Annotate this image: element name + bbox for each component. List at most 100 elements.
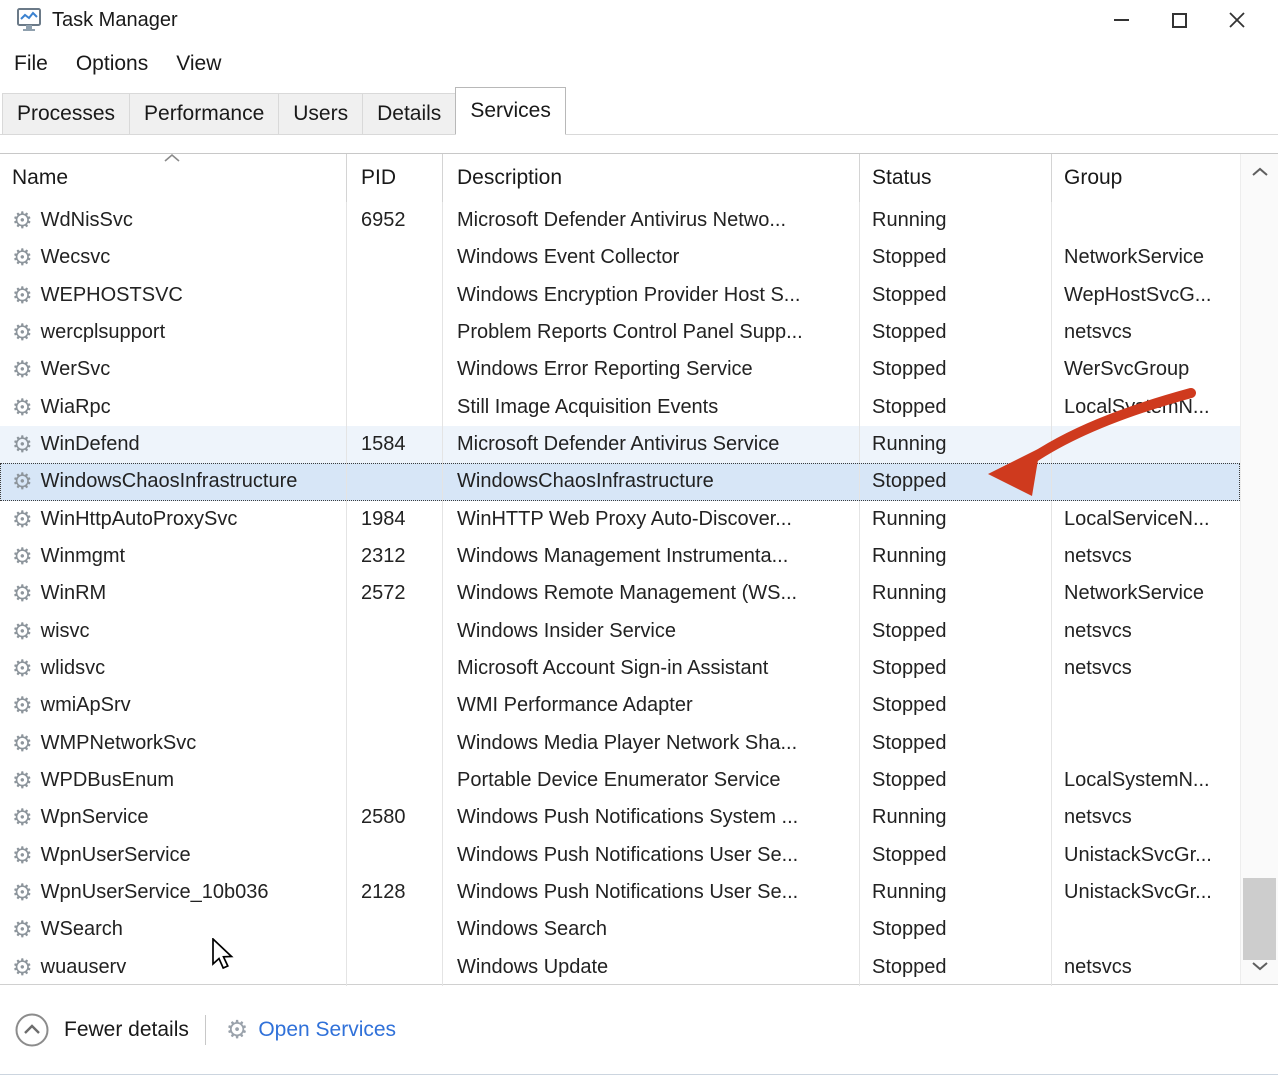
service-status: Stopped <box>860 762 1052 799</box>
chevron-down-icon <box>1251 961 1269 971</box>
table-row[interactable]: ⚙ Winmgmt 2312 Windows Management Instru… <box>0 538 1240 575</box>
menu-file[interactable]: File <box>0 52 62 76</box>
service-name: WpnService <box>41 806 149 829</box>
table-row[interactable]: ⚙ WinDefend 1584 Microsoft Defender Anti… <box>0 426 1240 463</box>
service-status: Stopped <box>860 949 1052 986</box>
minimize-icon <box>1114 19 1129 21</box>
tab-users[interactable]: Users <box>278 93 363 134</box>
service-description: Windows Push Notifications User Se... <box>443 874 860 911</box>
table-row[interactable]: ⚙ wlidsvc Microsoft Account Sign-in Assi… <box>0 650 1240 687</box>
tab-processes[interactable]: Processes <box>2 93 130 134</box>
table-row[interactable]: ⚙ WMPNetworkSvc Windows Media Player Net… <box>0 725 1240 762</box>
scrollbar-thumb[interactable] <box>1243 878 1276 960</box>
chevron-up-circle-icon <box>14 1012 50 1048</box>
service-group: LocalSystemN... <box>1052 762 1240 799</box>
service-name: WerSvc <box>41 358 111 381</box>
table-row[interactable]: ⚙ wmiApSrv WMI Performance Adapter Stopp… <box>0 687 1240 724</box>
close-button[interactable] <box>1208 0 1266 40</box>
vertical-scrollbar[interactable] <box>1240 154 1278 984</box>
table-row[interactable]: ⚙ WinHttpAutoProxySvc 1984 WinHTTP Web P… <box>0 501 1240 538</box>
service-status: Stopped <box>860 837 1052 874</box>
tab-services[interactable]: Services <box>455 87 566 135</box>
open-services-label: Open Services <box>258 1018 396 1042</box>
service-description: Windows Remote Management (WS... <box>443 575 860 612</box>
column-header-pid[interactable]: PID <box>347 154 443 202</box>
service-group: LocalServiceN... <box>1052 501 1240 538</box>
service-status: Stopped <box>860 725 1052 762</box>
service-name: Wecsvc <box>41 246 111 269</box>
footer-bar: Fewer details ⚙ Open Services <box>0 986 1278 1074</box>
service-pid <box>347 650 443 687</box>
service-status: Stopped <box>860 351 1052 388</box>
column-header-status[interactable]: Status <box>860 154 1052 202</box>
gear-icon: ⚙ <box>12 806 33 829</box>
table-row[interactable]: ⚙ wisvc Windows Insider Service Stopped … <box>0 613 1240 650</box>
service-description: Windows Push Notifications System ... <box>443 799 860 836</box>
service-name: WinHttpAutoProxySvc <box>41 508 238 531</box>
menu-bar: File Options View <box>0 40 1278 88</box>
fewer-details-toggle[interactable]: Fewer details <box>14 1012 189 1048</box>
chevron-up-icon <box>1251 167 1269 177</box>
gear-icon: ⚙ <box>12 694 33 717</box>
table-row[interactable]: ⚙ WiaRpc Still Image Acquisition Events … <box>0 389 1240 426</box>
service-description: Portable Device Enumerator Service <box>443 762 860 799</box>
tab-performance[interactable]: Performance <box>129 93 279 134</box>
service-pid <box>347 314 443 351</box>
service-status: Stopped <box>860 911 1052 948</box>
service-group: WerSvcGroup <box>1052 351 1240 388</box>
table-row[interactable]: ⚙ wuauserv Windows Update Stopped netsvc… <box>0 949 1240 986</box>
tab-strip: Processes Performance Users Details Serv… <box>0 88 1278 135</box>
service-group: netsvcs <box>1052 949 1240 986</box>
service-name: WindowsChaosInfrastructure <box>41 470 298 493</box>
service-description: Windows Management Instrumenta... <box>443 538 860 575</box>
task-manager-window: Task Manager File Options View Processes… <box>0 0 1278 1079</box>
service-pid <box>347 463 443 500</box>
service-description: WMI Performance Adapter <box>443 687 860 724</box>
service-status: Running <box>860 426 1052 463</box>
service-name: WinDefend <box>41 433 140 456</box>
table-row[interactable]: ⚙ WpnUserService Windows Push Notificati… <box>0 837 1240 874</box>
service-name: Winmgmt <box>41 545 125 568</box>
tab-details[interactable]: Details <box>362 93 456 134</box>
service-name: wlidsvc <box>41 657 105 680</box>
table-row[interactable]: ⚙ WpnService 2580 Windows Push Notificat… <box>0 799 1240 836</box>
service-pid: 2128 <box>347 874 443 911</box>
gear-icon: ⚙ <box>226 1018 248 1043</box>
service-pid: 1584 <box>347 426 443 463</box>
service-description: Still Image Acquisition Events <box>443 389 860 426</box>
gear-icon: ⚙ <box>12 470 33 493</box>
table-row[interactable]: ⚙ WindowsChaosInfrastructure WindowsChao… <box>0 463 1240 500</box>
table-row[interactable]: ⚙ WdNisSvc 6952 Microsoft Defender Antiv… <box>0 202 1240 239</box>
table-row[interactable]: ⚙ Wecsvc Windows Event Collector Stopped… <box>0 239 1240 276</box>
maximize-icon <box>1172 13 1187 28</box>
gear-icon: ⚙ <box>12 769 33 792</box>
service-status: Running <box>860 874 1052 911</box>
table-row[interactable]: ⚙ WerSvc Windows Error Reporting Service… <box>0 351 1240 388</box>
column-header-group[interactable]: Group <box>1052 154 1240 202</box>
service-status: Stopped <box>860 613 1052 650</box>
service-pid <box>347 613 443 650</box>
minimize-button[interactable] <box>1092 0 1150 40</box>
maximize-button[interactable] <box>1150 0 1208 40</box>
table-row[interactable]: ⚙ WPDBusEnum Portable Device Enumerator … <box>0 762 1240 799</box>
menu-options[interactable]: Options <box>62 52 162 76</box>
table-row[interactable]: ⚙ wercplsupport Problem Reports Control … <box>0 314 1240 351</box>
gear-icon: ⚙ <box>12 508 33 531</box>
scrollbar-down-button[interactable] <box>1241 950 1278 982</box>
menu-view[interactable]: View <box>162 52 235 76</box>
window-bottom-edge <box>0 1074 1278 1075</box>
table-row[interactable]: ⚙ WEPHOSTSVC Windows Encryption Provider… <box>0 277 1240 314</box>
open-services-link[interactable]: ⚙ Open Services <box>226 1018 396 1043</box>
column-header-description[interactable]: Description <box>443 154 860 202</box>
service-name: WSearch <box>41 918 123 941</box>
service-status: Stopped <box>860 277 1052 314</box>
table-row[interactable]: ⚙ WpnUserService_10b036 2128 Windows Pus… <box>0 874 1240 911</box>
service-group <box>1052 911 1240 948</box>
service-group: netsvcs <box>1052 650 1240 687</box>
table-body: ⚙ WdNisSvc 6952 Microsoft Defender Antiv… <box>0 202 1240 986</box>
table-row[interactable]: ⚙ WSearch Windows Search Stopped <box>0 911 1240 948</box>
scrollbar-up-button[interactable] <box>1241 156 1278 188</box>
service-description: Microsoft Defender Antivirus Netwo... <box>443 202 860 239</box>
fewer-details-label: Fewer details <box>64 1018 189 1042</box>
table-row[interactable]: ⚙ WinRM 2572 Windows Remote Management (… <box>0 575 1240 612</box>
